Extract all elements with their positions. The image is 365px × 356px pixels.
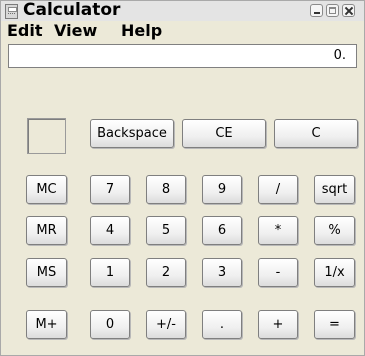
title-bar[interactable]: Calculator bbox=[1, 0, 364, 21]
clear-button[interactable]: C bbox=[274, 119, 358, 148]
digit-3-button[interactable]: 3 bbox=[202, 258, 242, 287]
menu-edit[interactable]: Edit bbox=[7, 21, 43, 40]
menu-view[interactable]: View bbox=[54, 21, 97, 40]
display-field[interactable]: 0. bbox=[8, 44, 357, 68]
digit-0-button[interactable]: 0 bbox=[90, 310, 130, 339]
equals-button[interactable]: = bbox=[314, 310, 355, 339]
memory-recall-button[interactable]: MR bbox=[26, 216, 67, 245]
memory-store-button[interactable]: MS bbox=[26, 258, 67, 287]
sqrt-button[interactable]: sqrt bbox=[314, 175, 355, 204]
clear-entry-button[interactable]: CE bbox=[182, 119, 266, 148]
digit-2-button[interactable]: 2 bbox=[146, 258, 186, 287]
decimal-button[interactable]: . bbox=[202, 310, 242, 339]
digit-1-button[interactable]: 1 bbox=[90, 258, 130, 287]
digit-8-button[interactable]: 8 bbox=[146, 175, 186, 204]
divide-button[interactable]: / bbox=[258, 175, 298, 204]
menu-help[interactable]: Help bbox=[121, 21, 162, 40]
memory-indicator bbox=[27, 118, 66, 154]
close-icon[interactable] bbox=[342, 4, 355, 17]
calculator-icon[interactable] bbox=[5, 4, 18, 19]
plus-button[interactable]: + bbox=[258, 310, 298, 339]
menu-bar: Edit View Help bbox=[1, 21, 364, 41]
digit-9-button[interactable]: 9 bbox=[202, 175, 242, 204]
percent-button[interactable]: % bbox=[314, 216, 355, 245]
backspace-button[interactable]: Backspace bbox=[90, 119, 174, 148]
digit-6-button[interactable]: 6 bbox=[202, 216, 242, 245]
calculator-window: Calculator Edit View Help 0. Backspace C… bbox=[0, 0, 365, 356]
maximize-icon[interactable] bbox=[326, 4, 339, 17]
digit-4-button[interactable]: 4 bbox=[90, 216, 130, 245]
reciprocal-button[interactable]: 1/x bbox=[314, 258, 355, 287]
window-title: Calculator bbox=[23, 0, 121, 20]
digit-5-button[interactable]: 5 bbox=[146, 216, 186, 245]
memory-clear-button[interactable]: MC bbox=[26, 175, 67, 204]
plus-minus-button[interactable]: +/- bbox=[146, 310, 186, 339]
minus-button[interactable]: - bbox=[258, 258, 298, 287]
multiply-button[interactable]: * bbox=[258, 216, 298, 245]
memory-add-button[interactable]: M+ bbox=[26, 310, 67, 339]
digit-7-button[interactable]: 7 bbox=[90, 175, 130, 204]
minimize-icon[interactable] bbox=[310, 4, 323, 17]
